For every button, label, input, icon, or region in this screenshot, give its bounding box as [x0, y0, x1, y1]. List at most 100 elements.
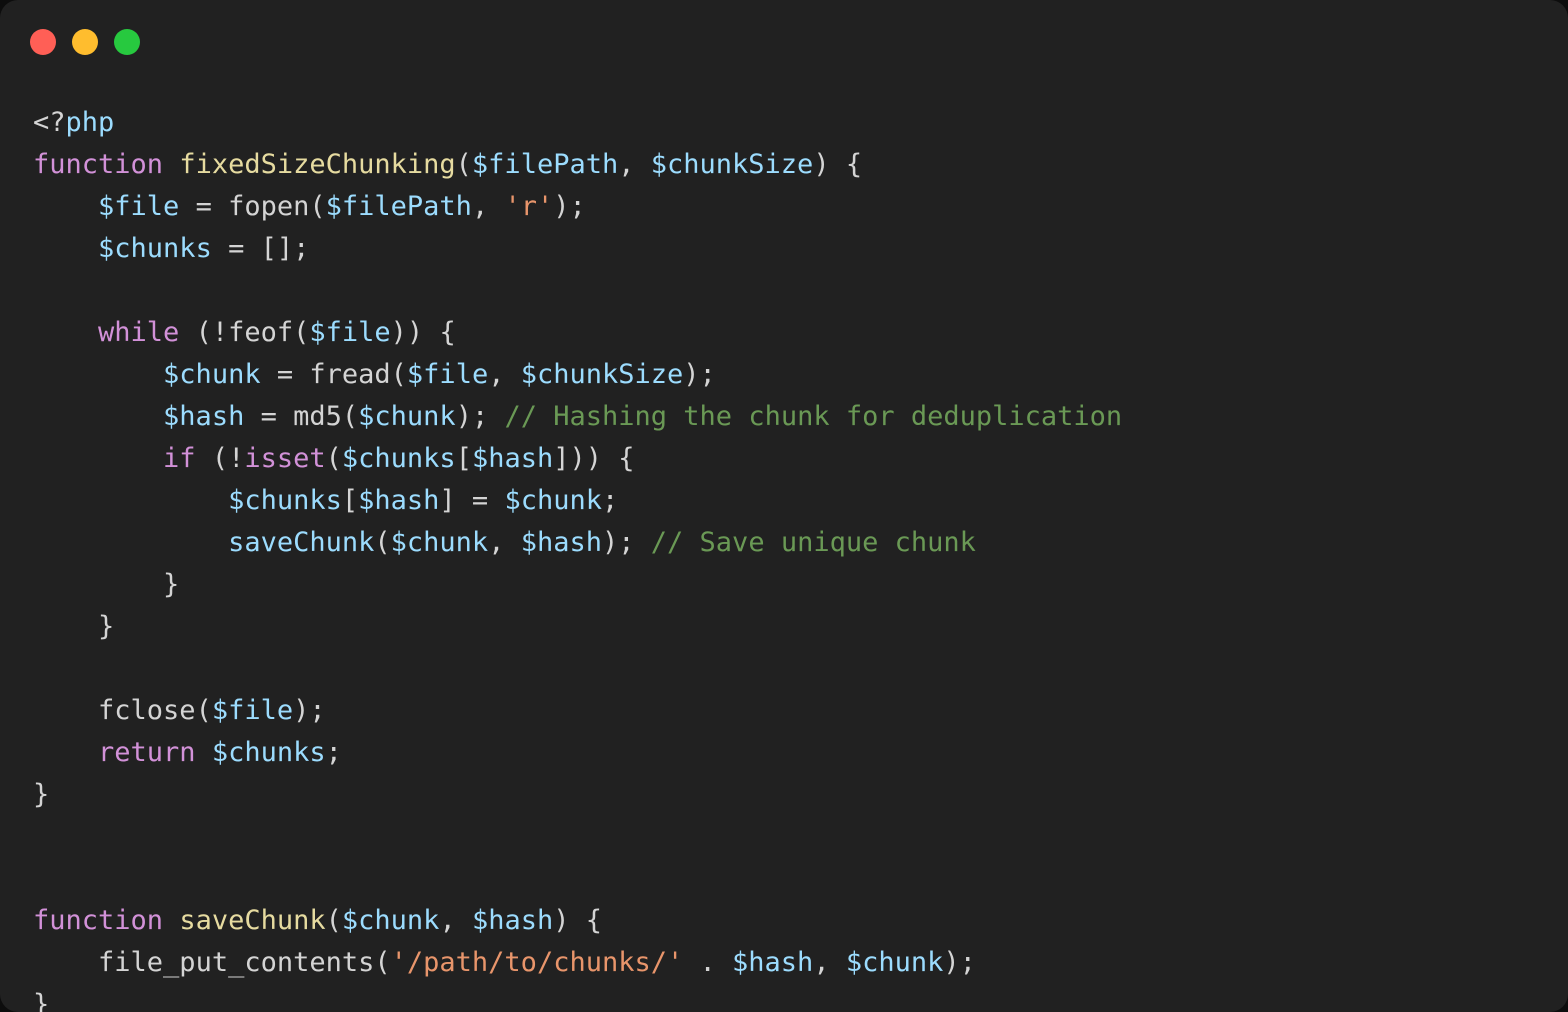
code-token-fncall: saveChunk — [228, 527, 375, 558]
code-token-punct: } — [33, 569, 180, 600]
code-token-punct: . — [683, 947, 733, 978]
code-token-punct: ( — [293, 317, 310, 348]
code-token-var: $chunk — [390, 527, 489, 558]
code-token-var: $file — [211, 695, 294, 726]
code-line: <?php — [33, 102, 1568, 144]
code-token-var: $hash — [163, 401, 245, 432]
code-line: file_put_contents('/path/to/chunks/' . $… — [33, 942, 1568, 984]
code-token-punct: = — [179, 191, 229, 222]
code-token-builtin: fopen — [228, 191, 310, 222]
code-line: saveChunk($chunk, $hash); // Save unique… — [33, 522, 1568, 564]
code-token-punct: (! — [179, 317, 229, 348]
code-line: fclose($file); — [33, 690, 1568, 732]
code-token-str: 'r' — [504, 191, 554, 222]
code-line: $hash = md5($chunk); // Hashing the chun… — [33, 396, 1568, 438]
code-token-punct: = — [244, 401, 294, 432]
code-token-var: $hash — [471, 443, 554, 474]
code-token-var: $chunks — [228, 485, 342, 516]
code-token-var: $chunks — [211, 737, 326, 768]
code-token-punct: ); — [293, 695, 326, 726]
code-token-comment: // Hashing the chunk for deduplication — [504, 401, 1123, 432]
code-token-var: $filePath — [471, 149, 619, 180]
code-token-punct: ( — [455, 149, 472, 180]
code-token-punct: (! — [195, 443, 245, 474]
code-token-punct: ); — [553, 191, 586, 222]
code-token-punct: ; — [602, 485, 619, 516]
code-token-punct: [ — [341, 485, 359, 516]
code-line: $chunk = fread($file, $chunkSize); — [33, 354, 1568, 396]
code-line: return $chunks; — [33, 732, 1568, 774]
code-token-str: '/path/to/chunks/' — [390, 947, 684, 978]
code-line: } — [33, 564, 1568, 606]
code-line: $file = fopen($filePath, 'r'); — [33, 186, 1568, 228]
code-line: while (!feof($file)) { — [33, 312, 1568, 354]
code-token-builtin: fread — [309, 359, 391, 390]
code-token-var: $chunk — [341, 905, 440, 936]
code-line: $chunks = []; — [33, 228, 1568, 270]
code-token-punct: , — [488, 359, 521, 390]
code-token-plain: <? — [33, 107, 66, 138]
code-token-punct: ( — [195, 695, 212, 726]
code-token-punct: [ — [455, 443, 472, 474]
code-token-punct: , — [813, 947, 846, 978]
code-token-punct: ; — [325, 737, 342, 768]
code-token-punct: ); — [943, 947, 976, 978]
code-token-kw: function — [33, 905, 164, 936]
code-token-punct: , — [618, 149, 651, 180]
code-token-punct: , — [471, 191, 505, 222]
maximize-button[interactable] — [114, 29, 140, 55]
code-token-punct: ])) { — [553, 443, 635, 474]
code-token-var: $hash — [732, 947, 814, 978]
code-token-punct: ( — [374, 947, 391, 978]
code-token-punct: ( — [309, 191, 326, 222]
code-block[interactable]: <?php function fixedSizeChunking($filePat… — [0, 84, 1568, 1012]
code-token-var: $file — [98, 191, 180, 222]
code-token-var: $chunkSize — [650, 149, 814, 180]
code-token-punct: ( — [390, 359, 407, 390]
code-line: if (!isset($chunks[$hash])) { — [33, 438, 1568, 480]
code-line: function fixedSizeChunking($filePath, $c… — [33, 144, 1568, 186]
code-token-kw: isset — [244, 443, 326, 474]
code-token-punct: = []; — [211, 233, 310, 264]
code-token-var: $chunk — [163, 359, 261, 390]
code-token-kw: while — [98, 317, 180, 348]
code-token-builtin: feof — [228, 317, 294, 348]
code-token-punct: ] = — [439, 485, 505, 516]
code-token-kw: function — [33, 149, 164, 180]
code-line: } — [33, 606, 1568, 648]
code-token-var: $filePath — [325, 191, 472, 222]
code-token-punct: } — [33, 779, 50, 810]
code-token-var: $chunkSize — [520, 359, 684, 390]
code-token-tag: php — [65, 107, 115, 138]
code-token-punct: )) { — [390, 317, 456, 348]
code-token-punct: , — [488, 527, 521, 558]
code-token-fnname: fixedSizeChunking — [179, 149, 456, 180]
code-window: <?php function fixedSizeChunking($filePat… — [0, 0, 1568, 1012]
code-token-punct: ) { — [813, 149, 863, 180]
minimize-button[interactable] — [72, 29, 98, 55]
code-token-punct: ( — [325, 443, 342, 474]
code-line: function saveChunk($chunk, $hash) { — [33, 900, 1568, 942]
code-token-var: $hash — [358, 485, 440, 516]
code-token-punct: ( — [325, 905, 342, 936]
code-token-punct: ) { — [553, 905, 603, 936]
close-button[interactable] — [30, 29, 56, 55]
code-line: } — [33, 984, 1568, 1012]
code-token-punct: ); — [455, 401, 505, 432]
code-token-punct: } — [33, 611, 115, 642]
